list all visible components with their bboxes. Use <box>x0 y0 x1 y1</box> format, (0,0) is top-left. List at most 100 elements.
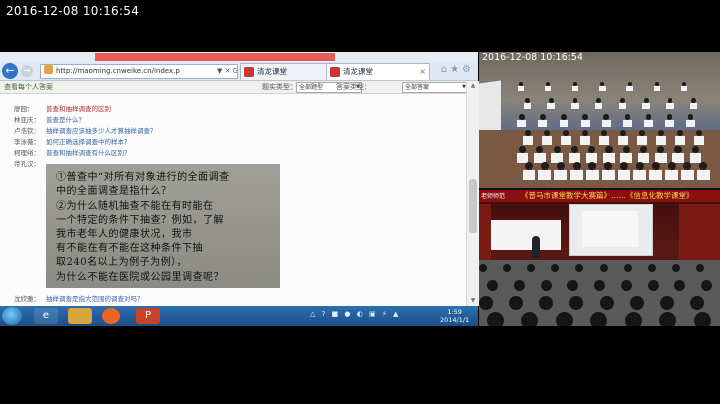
windows-taskbar: e P △ ? ■ ● ◐ ▣ ⚡ ▲ 1:59 2014/1/1 <box>0 306 478 326</box>
student-head <box>548 98 554 103</box>
student-head <box>519 82 523 86</box>
scroll-up-icon[interactable]: ▲ <box>469 82 477 90</box>
answer-type-label: 答案类型： <box>336 83 371 91</box>
student-head <box>666 114 673 120</box>
student-head <box>605 146 613 154</box>
student-figure <box>617 170 631 181</box>
student-figure <box>544 86 552 92</box>
audience-head <box>659 296 674 310</box>
student-head <box>553 146 561 154</box>
handwriting-line: 取​240​名​以上为​例子为例）， <box>56 257 188 268</box>
audience-head <box>647 264 656 272</box>
folder-icon[interactable] <box>68 308 92 324</box>
student-head <box>674 146 682 154</box>
audience-head <box>624 312 642 326</box>
back-button[interactable]: ← <box>2 63 18 79</box>
address-tools[interactable]: ▼ ✕ G ✕ <box>217 65 237 78</box>
close-tab-icon[interactable]: × <box>419 64 426 80</box>
student-figure <box>618 136 629 145</box>
student-figure <box>686 119 696 127</box>
student-head <box>622 146 630 154</box>
student-figure <box>517 119 527 127</box>
audience-head <box>623 264 632 272</box>
student-figure <box>542 136 553 145</box>
student-figure <box>522 170 536 181</box>
student-figure <box>626 86 633 92</box>
navigation-bar: ← → http://maoming.cnweike.cn/index.p ▼ … <box>0 62 478 81</box>
student-head <box>620 162 628 170</box>
student-head <box>556 162 565 170</box>
audience-head <box>479 264 487 272</box>
tab-course-1[interactable]: 清龙课堂 × <box>240 63 340 80</box>
scroll-thumb[interactable] <box>469 179 477 233</box>
student-figure <box>696 170 710 181</box>
student-figure <box>653 86 660 92</box>
student-figure <box>580 119 590 127</box>
audience-head <box>659 312 677 326</box>
student-figure <box>538 170 552 181</box>
audience-head <box>487 280 498 291</box>
student-figure <box>672 153 684 163</box>
audience-head <box>479 296 493 310</box>
student-head <box>603 114 610 120</box>
student-figure <box>599 136 610 145</box>
audience-head <box>647 280 659 291</box>
audience-head <box>599 264 608 272</box>
teacher-figure <box>532 236 540 258</box>
student-figure <box>666 102 674 110</box>
answer-type-select[interactable]: 全部答案 ▼ <box>402 82 468 93</box>
auditorium-camera-view: 老师师范 《普马市课堂教学大赛篇》……《信息化教学课堂》 <box>479 190 720 326</box>
scroll-down-icon[interactable]: ▼ <box>469 297 477 305</box>
audience-head <box>629 296 644 310</box>
student-head <box>627 82 632 86</box>
student-head <box>643 98 649 103</box>
student-head <box>519 114 525 120</box>
student-figure <box>601 119 611 127</box>
tab-course-2[interactable]: 清龙课堂 × <box>326 63 430 80</box>
tab-strip <box>0 52 478 62</box>
student-figure <box>680 170 694 181</box>
student-figure <box>665 170 678 181</box>
handwriting-line: 为什么不能在医院​或公园里调查呢？ <box>56 272 224 283</box>
tab-label: 清龙课堂 <box>257 67 287 76</box>
student-figure <box>689 153 702 163</box>
start-button[interactable] <box>2 307 22 325</box>
student-head <box>572 162 581 170</box>
student-figure <box>622 119 632 127</box>
student-head <box>687 114 694 120</box>
student-figure <box>642 102 650 110</box>
student-head <box>561 114 567 120</box>
student-head <box>667 162 676 170</box>
answer-photo[interactable]: ①普查中“对所有对象进行的全面调查 中的全面调查是指什么？ ②为什么随机抽查不能… <box>46 164 280 288</box>
student-figure <box>559 119 569 127</box>
student-figure <box>601 170 615 181</box>
course-icon <box>330 67 340 77</box>
handwriting-line: ①普查中“对所有对象进行的全面调查 <box>56 172 230 183</box>
student-figure <box>675 136 686 145</box>
ie-icon[interactable]: e <box>34 308 58 324</box>
toolbar-icons[interactable]: ⌂★⚙ <box>441 64 474 75</box>
address-bar[interactable]: http://maoming.cnweike.cn/index.p ▼ ✕ G … <box>40 64 238 79</box>
student-head <box>582 114 588 120</box>
student-head <box>691 98 697 103</box>
student-figure <box>637 136 648 145</box>
taskbar-clock[interactable]: 1:59 2014/1/1 <box>440 308 469 324</box>
powerpoint-icon[interactable]: P <box>136 308 160 324</box>
audience-head <box>599 296 614 310</box>
student-head <box>525 162 533 170</box>
handwriting-line: 我市老年人的健康状况，我市 <box>56 229 193 240</box>
media-player-icon[interactable] <box>102 308 120 324</box>
address-url: http://maoming.cnweike.cn/index.p <box>56 67 180 75</box>
handwriting-line: 一个特定的条件下抽查？例如，了解 <box>56 215 224 226</box>
system-tray[interactable]: △ ? ■ ● ◐ ▣ ⚡ ▲ <box>310 310 400 318</box>
course-icon <box>244 67 254 77</box>
vertical-scrollbar[interactable]: ▲ ▼ <box>466 81 479 306</box>
handwriting-line: 中的全面调查是指什么？ <box>56 186 172 197</box>
student-figure <box>580 136 591 145</box>
student-head <box>681 82 686 86</box>
forward-button[interactable]: → <box>21 65 33 77</box>
forward-arrow-icon: → <box>23 66 31 75</box>
student-figure <box>618 102 627 110</box>
student-head <box>635 162 644 170</box>
audience-head <box>671 264 680 272</box>
